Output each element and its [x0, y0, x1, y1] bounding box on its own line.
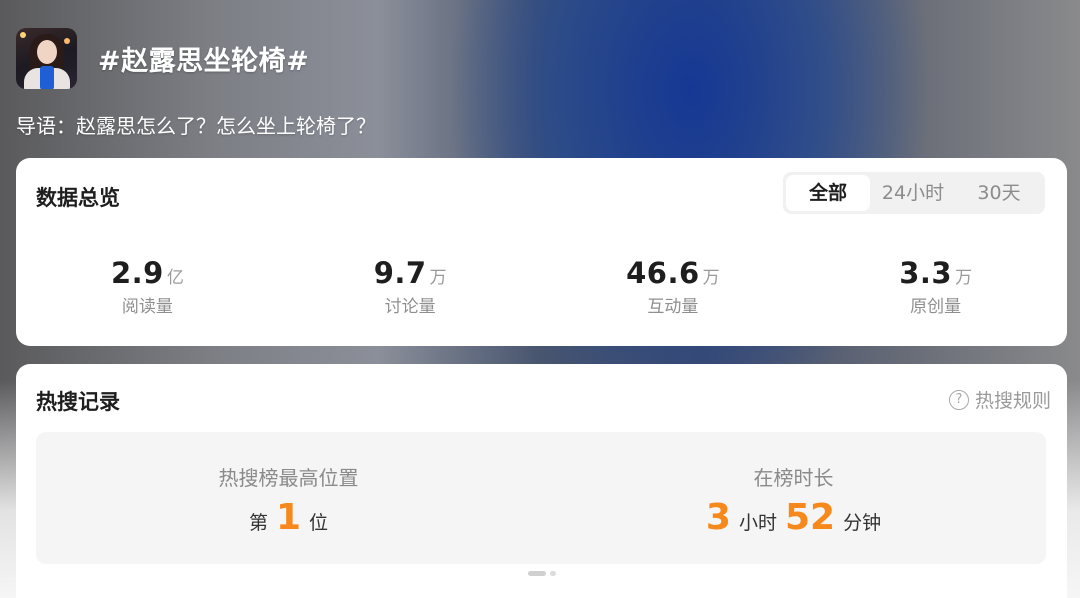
- duration-minutes-value: 52: [784, 497, 836, 538]
- topic-title: #赵露思坐轮椅#: [98, 46, 310, 77]
- hot-search-rules-link[interactable]: ? 热搜规则: [948, 386, 1051, 413]
- overview-title: 数据总览: [36, 186, 120, 210]
- on-list-duration: 在榜时长 3 小时 52 分钟: [541, 432, 1046, 564]
- stat-reads-value: 2.9: [110, 256, 164, 290]
- topic-avatar[interactable]: [16, 28, 77, 89]
- question-circle-icon: ?: [948, 389, 969, 410]
- stat-interactions-value: 46.6: [626, 256, 700, 290]
- stat-interactions: 46.6 万 互动量: [542, 256, 805, 317]
- stat-discussions-label: 讨论量: [384, 297, 436, 317]
- stat-originals-unit: 万: [955, 268, 973, 288]
- peak-prefix: 第: [248, 512, 268, 534]
- hot-search-record-card: 热搜记录 ? 热搜规则 热搜榜最高位置 第 1 位 在榜时长 3 小时 52 分…: [16, 364, 1067, 598]
- duration-hours-value: 3: [705, 497, 731, 538]
- tab-24h[interactable]: 24小时: [870, 175, 956, 211]
- avatar-bokeh: [20, 32, 26, 38]
- tab-all[interactable]: 全部: [786, 175, 870, 211]
- stat-reads-unit: 亿: [166, 268, 184, 288]
- stat-interactions-label: 互动量: [647, 297, 699, 317]
- duration-label: 在榜时长: [753, 466, 834, 490]
- hot-search-rules-label: 热搜规则: [974, 390, 1051, 412]
- tab-30d[interactable]: 30天: [956, 175, 1042, 211]
- avatar-scarf: [40, 66, 54, 89]
- hot-record-panel[interactable]: 热搜榜最高位置 第 1 位 在榜时长 3 小时 52 分钟: [36, 432, 1046, 564]
- stat-discussions-unit: 万: [429, 268, 447, 288]
- page-indicator[interactable]: [527, 571, 556, 576]
- stat-reads-label: 阅读量: [121, 297, 173, 317]
- duration-hours-unit: 小时: [738, 512, 777, 534]
- peak-position: 热搜榜最高位置 第 1 位: [36, 432, 541, 564]
- topic-intro: 导语：赵露思怎么了？怎么坐上轮椅了？: [16, 114, 376, 138]
- page-dot-active: [527, 571, 546, 576]
- peak-position-label: 热搜榜最高位置: [218, 466, 359, 490]
- avatar-face: [37, 40, 57, 64]
- stats-row: 2.9 亿 阅读量 9.7 万 讨论量 46.6 万 互动量 3.3 万 原创量: [16, 256, 1067, 317]
- stat-originals-label: 原创量: [910, 297, 962, 317]
- stat-originals: 3.3 万 原创量: [804, 256, 1067, 317]
- hot-record-title: 热搜记录: [36, 390, 120, 414]
- peak-rank-value: 1: [275, 497, 302, 538]
- stat-originals-value: 3.3: [899, 256, 953, 290]
- time-range-tabs: 全部 24小时 30天: [783, 172, 1045, 214]
- page-dot: [549, 571, 556, 576]
- stat-interactions-unit: 万: [702, 268, 720, 288]
- stat-discussions: 9.7 万 讨论量: [279, 256, 542, 317]
- stat-discussions-value: 9.7: [373, 256, 427, 290]
- data-overview-card: 数据总览 全部 24小时 30天 2.9 亿 阅读量 9.7 万 讨论量 46.…: [16, 158, 1067, 346]
- stat-reads: 2.9 亿 阅读量: [16, 256, 279, 317]
- topic-header: #赵露思坐轮椅#: [16, 28, 309, 89]
- peak-suffix: 位: [309, 512, 329, 534]
- duration-minutes-unit: 分钟: [843, 512, 882, 534]
